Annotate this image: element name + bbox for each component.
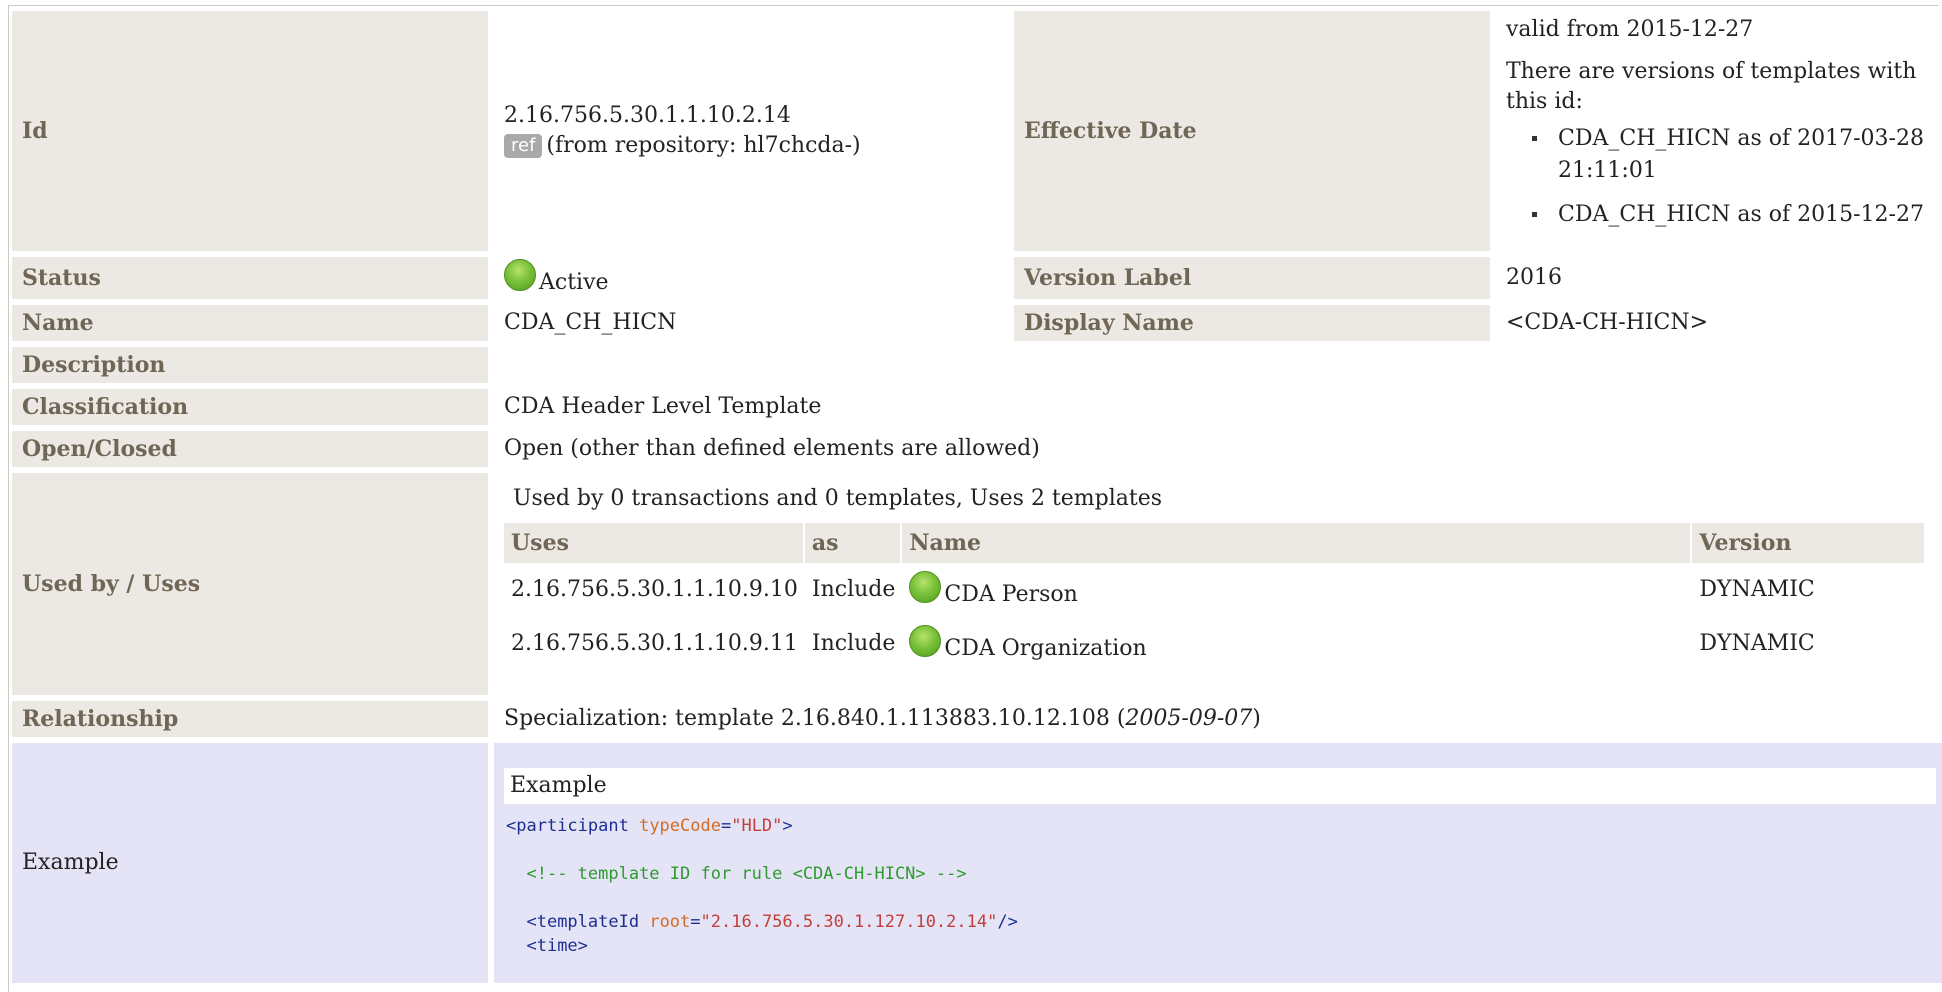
row-used-by: Used by / Uses Used by 0 transactions an… (12, 473, 1942, 695)
table-row[interactable]: 2.16.756.5.30.1.1.10.9.11 Include CDA Or… (504, 617, 1926, 671)
row-status: Status Active Version Label 2016 (12, 257, 1942, 299)
code-tag: <participant (506, 816, 629, 836)
relationship-date: 2005-09-07 (1125, 706, 1253, 731)
used-by-cell: Used by 0 transactions and 0 templates, … (494, 473, 1942, 695)
uses-version: DYNAMIC (1692, 617, 1926, 671)
template-id: 2.16.756.5.30.1.1.10.2.14 (504, 103, 791, 128)
row-example: Example Example <participant typeCode="H… (12, 743, 1942, 983)
id-value-cell: 2.16.756.5.30.1.1.10.2.14 ref (from repos… (494, 11, 1008, 251)
uses-name[interactable]: CDA Person (944, 582, 1077, 607)
status-cell: Active (494, 257, 1008, 299)
code-value: "2.16.756.5.30.1.127.10.2.14" (700, 912, 998, 932)
uses-header-row: Uses as Name Version (504, 523, 1926, 563)
uses-as: Include (804, 617, 903, 671)
template-detail-page: Id 2.16.756.5.30.1.1.10.2.14 ref (from re… (6, 5, 1942, 992)
version-label-value: 2016 (1496, 257, 1942, 299)
uses-id[interactable]: 2.16.756.5.30.1.1.10.9.10 (504, 563, 805, 617)
status-label: Status (12, 257, 488, 299)
code-comment: <!-- template ID for rule <CDA-CH-HICN> … (526, 864, 967, 884)
relationship-value: Specialization: template 2.16.840.1.1138… (494, 701, 1942, 737)
row-id: Id 2.16.756.5.30.1.1.10.2.14 ref (from re… (12, 11, 1942, 251)
row-open-closed: Open/Closed Open (other than defined ele… (12, 431, 1942, 467)
relationship-label: Relationship (12, 701, 488, 737)
example-label: Example (12, 743, 488, 983)
row-description: Description (12, 347, 1942, 383)
template-properties-table: Id 2.16.756.5.30.1.1.10.2.14 ref (from re… (6, 5, 1942, 989)
uses-header-uses: Uses (504, 523, 805, 563)
example-cell: Example <participant typeCode="HLD"> <!-… (494, 743, 1942, 983)
ref-badge[interactable]: ref (504, 134, 543, 158)
example-caption: Example (504, 768, 1936, 804)
status-active-icon (909, 624, 942, 657)
valid-from: valid from 2015-12-27 (1506, 17, 1754, 42)
uses-name-cell: CDA Organization (902, 617, 1693, 671)
display-name-value: <CDA-CH-HICN> (1496, 305, 1942, 341)
classification-value: CDA Header Level Template (494, 389, 1942, 425)
name-value: CDA_CH_HICN (494, 305, 1008, 341)
versions-intro: There are versions of templates with thi… (1506, 59, 1917, 114)
relationship-suffix: ) (1252, 706, 1261, 731)
relationship-prefix: Specialization: template 2.16.840.1.1138… (504, 706, 1126, 731)
uses-name-cell: CDA Person (902, 563, 1693, 617)
row-name: Name CDA_CH_HICN Display Name <CDA-CH-HI… (12, 305, 1942, 341)
code-value: "HLD" (731, 816, 783, 836)
uses-name[interactable]: CDA Organization (944, 636, 1146, 661)
display-name-label: Display Name (1014, 305, 1490, 341)
code-attr: root (649, 912, 691, 932)
effective-date-label: Effective Date (1014, 11, 1490, 251)
version-item[interactable]: CDA_CH_HICN as of 2015-12-27 (1532, 199, 1936, 231)
code-eq: = (690, 912, 701, 932)
code-tag: /> (997, 912, 1018, 932)
code-attr: typeCode (639, 816, 721, 836)
id-label: Id (12, 11, 488, 251)
name-label: Name (12, 305, 488, 341)
row-classification: Classification CDA Header Level Template (12, 389, 1942, 425)
version-item[interactable]: CDA_CH_HICN as of 2017-03-28 21:11:01 (1532, 123, 1936, 187)
uses-header-as: as (804, 523, 903, 563)
classification-label: Classification (12, 389, 488, 425)
status-value: Active (539, 269, 609, 295)
uses-id[interactable]: 2.16.756.5.30.1.1.10.9.11 (504, 617, 805, 671)
code-tag: <time> (526, 936, 588, 956)
description-label: Description (12, 347, 488, 383)
repository-text: (from repository: hl7chcda-) (546, 133, 861, 158)
status-active-icon (909, 570, 942, 603)
uses-header-version: Version (1692, 523, 1926, 563)
example-code: <participant typeCode="HLD"> <!-- templa… (504, 814, 1936, 958)
uses-table: Uses as Name Version 2.16.756.5.30.1.1.1… (504, 523, 1926, 671)
table-row[interactable]: 2.16.756.5.30.1.1.10.9.10 Include CDA Pe… (504, 563, 1926, 617)
open-closed-value: Open (other than defined elements are al… (494, 431, 1942, 467)
uses-header-name: Name (902, 523, 1693, 563)
row-relationship: Relationship Specialization: template 2.… (12, 701, 1942, 737)
uses-as: Include (804, 563, 903, 617)
effective-date-cell: valid from 2015-12-27 There are versions… (1496, 11, 1942, 251)
versions-list: CDA_CH_HICN as of 2017-03-28 21:11:01 CD… (1506, 123, 1936, 231)
code-tag: <templateId (526, 912, 640, 932)
code-tag: > (782, 816, 793, 836)
status-active-icon (504, 258, 536, 291)
used-by-summary: Used by 0 transactions and 0 templates, … (513, 486, 1163, 511)
uses-version: DYNAMIC (1692, 563, 1926, 617)
used-by-label: Used by / Uses (12, 473, 488, 695)
description-value (494, 347, 1942, 383)
open-closed-label: Open/Closed (12, 431, 488, 467)
version-label-label: Version Label (1014, 257, 1490, 299)
code-eq: = (720, 816, 732, 836)
